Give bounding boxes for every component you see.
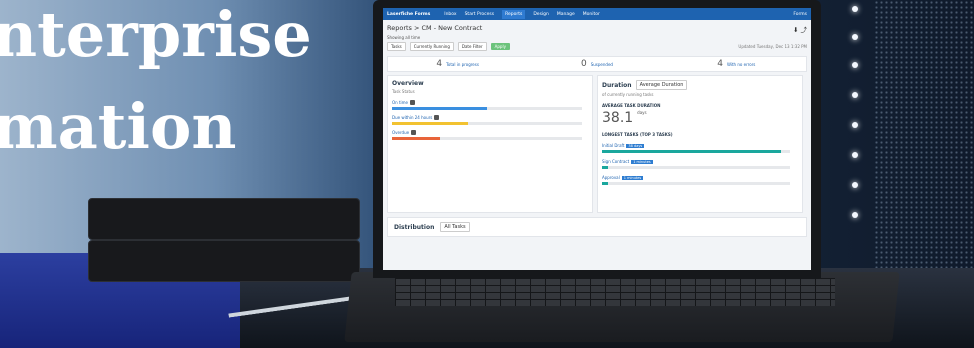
top-nav: Laserfiche Forms Inbox Start Process Rep…: [383, 8, 811, 20]
task-duration-badge: 1 minutes: [631, 159, 653, 164]
help-icon[interactable]: [411, 130, 417, 135]
server-rack-lights: [824, 0, 884, 280]
nav-design[interactable]: Design: [533, 12, 549, 17]
stat-value: 0: [581, 59, 587, 69]
task-bar-track: [602, 182, 790, 185]
nav-monitor[interactable]: Monitor: [583, 12, 600, 17]
stat-link[interactable]: Total in progress: [446, 62, 479, 67]
stat-suspended: 0 Suspended: [527, 59, 666, 69]
avg-duration-heading: AVERAGE TASK DURATION: [602, 103, 661, 108]
stat-total-in-progress: 4 Total in progress: [388, 59, 527, 69]
stat-value: 4: [717, 59, 723, 69]
date-filter-select[interactable]: Date Filter: [457, 42, 487, 51]
laptop-keyboard: [395, 278, 835, 306]
status-bar-track: [392, 107, 582, 110]
avg-duration-unit: days: [637, 110, 647, 115]
download-icon[interactable]: ⬇ ⤴: [793, 24, 807, 34]
status-bar-fill: [392, 137, 440, 140]
nav-inbox[interactable]: Inbox: [444, 12, 456, 17]
server-rack-mesh: [874, 0, 974, 290]
status-label[interactable]: Due within 24 hours: [392, 115, 588, 120]
status-bar-fill: [392, 107, 487, 110]
nav-start-process[interactable]: Start Process: [465, 12, 495, 17]
duration-subtitle: of currently running tasks: [602, 92, 654, 97]
longest-task[interactable]: Sign Contract 1 minutes: [602, 159, 798, 164]
task-bar-fill: [602, 182, 608, 185]
overview-panel: Overview Task Status On time Due within 2…: [387, 75, 593, 213]
headline-line-2: mation: [0, 90, 237, 163]
stats-row: 4 Total in progress 0 Suspended 4 With n…: [387, 56, 807, 72]
distribution-select[interactable]: All Tasks: [440, 222, 470, 232]
headline-line-1: nterprise: [0, 0, 312, 71]
task-bar-fill: [602, 166, 608, 169]
breadcrumb[interactable]: Reports > CM - New Contract: [387, 24, 482, 34]
status-select[interactable]: Currently Running: [409, 42, 454, 51]
breadcrumb-row: Reports > CM - New Contract ⬇ ⤴: [383, 20, 811, 35]
status-bar-track: [392, 122, 582, 125]
status-label[interactable]: On time: [392, 100, 588, 105]
distribution-title: Distribution: [394, 223, 435, 231]
laptop-screen: Laserfiche Forms Inbox Start Process Rep…: [383, 8, 811, 270]
status-label-text: Overdue: [392, 130, 410, 135]
status-bar-track: [392, 137, 582, 140]
longest-tasks-heading: LONGEST TASKS (TOP 3 TASKS): [602, 132, 673, 137]
brand-logo[interactable]: Laserfiche Forms: [387, 12, 430, 17]
hard-drive: [88, 198, 360, 240]
task-duration-badge: 1 minutes: [621, 175, 644, 180]
longest-task[interactable]: Approval 1 minutes: [602, 175, 798, 180]
status-bar-fill: [392, 122, 468, 125]
status-label-text: On time: [392, 100, 408, 105]
duration-panel: Duration Average Duration of currently r…: [597, 75, 803, 213]
overview-subtitle: Task Status: [392, 89, 415, 94]
nav-manage[interactable]: Manage: [557, 12, 575, 17]
apply-button[interactable]: Apply: [490, 43, 510, 50]
task-name: Approval: [602, 175, 620, 180]
task-bar-fill: [602, 150, 781, 153]
avg-duration-value: 38.1: [602, 110, 634, 126]
duration-select[interactable]: Average Duration: [635, 80, 688, 90]
task-name: Sign Contract: [602, 159, 630, 164]
help-icon[interactable]: [410, 100, 415, 105]
distribution-panel: Distribution All Tasks: [387, 217, 807, 237]
stat-no-errors: 4 With no errors: [667, 59, 806, 69]
user-menu[interactable]: Forms: [793, 12, 807, 17]
longest-task[interactable]: Initial Draft 38 days: [602, 143, 798, 148]
stat-link[interactable]: Suspended: [591, 62, 613, 67]
task-name: Initial Draft: [602, 143, 625, 148]
stat-link[interactable]: With no errors: [727, 62, 755, 67]
status-label[interactable]: Overdue: [392, 130, 588, 135]
tasks-select[interactable]: Tasks: [387, 42, 406, 51]
task-bar-track: [602, 166, 790, 169]
filter-bar: Tasks Currently Running Date Filter Appl…: [383, 40, 811, 53]
task-duration-badge: 38 days: [626, 143, 645, 148]
help-icon[interactable]: [434, 115, 440, 120]
stat-value: 4: [436, 59, 443, 69]
updated-timestamp: Updated Tuesday, Dec 13 1:32 PM: [738, 44, 807, 49]
nav-reports[interactable]: Reports: [502, 9, 526, 19]
duration-title: Duration: [602, 81, 632, 89]
status-label-text: Due within 24 hours: [392, 115, 433, 120]
task-bar-track: [602, 150, 790, 153]
overview-title: Overview: [392, 80, 424, 87]
